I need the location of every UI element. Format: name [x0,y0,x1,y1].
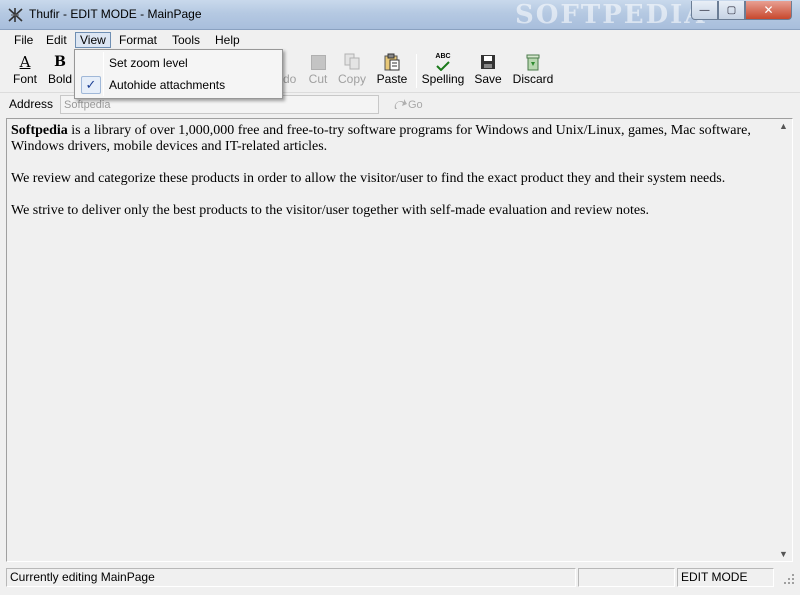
save-icon [481,55,495,69]
paragraph: Softpedia is a library of over 1,000,000… [11,123,771,155]
app-icon [7,7,25,23]
cut-icon [310,54,326,70]
watermark: SOFTPEDIA [515,0,707,30]
cut-button-label: Cut [308,72,328,86]
scroll-up-icon[interactable]: ▲ [779,121,788,131]
font-button-label: Font [12,72,37,86]
go-arrow-icon [394,99,407,109]
menu-file[interactable]: File [10,32,37,48]
font-icon: A [19,53,31,71]
close-button[interactable]: ✕ [745,1,792,20]
maximize-button[interactable]: ▢ [718,1,745,20]
menu-view[interactable]: View [75,32,111,48]
copy-button[interactable]: Copy [336,52,368,90]
window-title: Thufir - EDIT MODE - MainPage [29,7,202,21]
paste-icon [384,53,400,71]
toolbar-separator [416,54,417,88]
recycle-bin-icon [526,54,540,71]
spelling-button[interactable]: ABC Spelling [421,52,465,90]
copy-button-label: Copy [337,72,366,86]
spelling-button-label: Spelling [421,72,465,86]
minimize-icon: — [699,4,710,16]
status-message: Currently editing MainPage [6,568,576,587]
save-button[interactable]: Save [471,52,505,90]
menu-edit[interactable]: Edit [42,32,71,48]
go-label: Go [408,99,423,111]
checkmark-icon: ✓ [81,76,101,94]
menu-item-set-zoom-level[interactable]: Set zoom level [77,52,280,74]
go-button[interactable]: Go [392,96,432,114]
spelling-icon: ABC [435,53,451,60]
cut-button[interactable]: Cut [304,52,332,90]
menu-item-autohide-attachments[interactable]: ✓ Autohide attachments [77,74,280,96]
menu-item-label: Autohide attachments [109,78,226,92]
paragraph: We review and categorize these products … [11,171,726,186]
bold-button[interactable]: B Bold [44,52,76,90]
document-text[interactable]: Softpedia is a library of over 1,000,000… [11,123,771,235]
view-menu-dropdown: Set zoom level ✓ Autohide attachments [74,49,283,99]
copy-icon [344,53,360,70]
editor-area[interactable]: Softpedia is a library of over 1,000,000… [6,118,793,562]
title-bar: Thufir - EDIT MODE - MainPage SOFTPEDIA … [0,0,800,30]
address-label: Address [9,97,54,111]
maximize-icon: ▢ [726,4,737,16]
minimize-button[interactable]: — [691,1,718,20]
bold-button-label: Bold [47,72,73,86]
discard-button[interactable]: Discard [511,52,555,90]
bold-icon: B [54,54,66,70]
save-button-label: Save [474,72,502,86]
font-button[interactable]: A Font [8,52,42,90]
discard-button-label: Discard [512,72,554,86]
close-icon: ✕ [763,3,774,17]
status-panel [578,568,675,587]
status-mode: EDIT MODE [677,568,774,587]
vertical-scrollbar[interactable]: ▲ ▼ [775,119,792,561]
scroll-down-icon[interactable]: ▼ [779,549,788,559]
bold-term: Softpedia [11,123,68,138]
resize-grip-icon[interactable] [782,572,796,586]
paragraph-text: is a library of over 1,000,000 free and … [11,123,751,154]
menu-help[interactable]: Help [211,32,244,48]
menu-item-label: Set zoom level [109,56,188,70]
paste-button-label: Paste [376,72,408,86]
status-bar: Currently editing MainPage EDIT MODE [0,566,800,595]
menu-tools[interactable]: Tools [168,32,204,48]
menu-format[interactable]: Format [115,32,161,48]
paste-button[interactable]: Paste [372,52,412,90]
paragraph: We strive to deliver only the best produ… [11,203,650,218]
menu-bar: File Edit View Format Tools Help [0,30,800,50]
